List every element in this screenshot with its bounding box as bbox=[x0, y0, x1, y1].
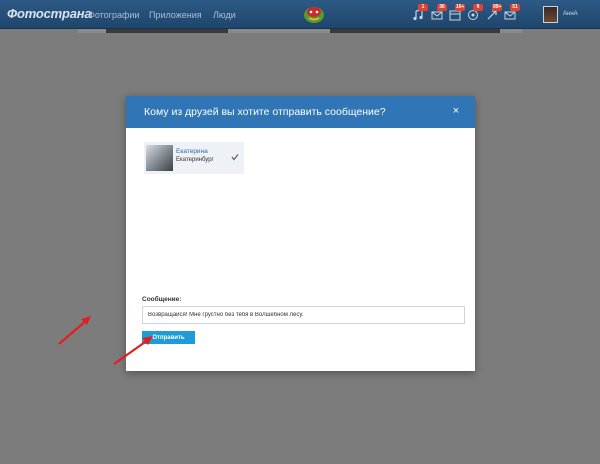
annotation-arrow-icon bbox=[113, 336, 153, 365]
mail-badge: 36 bbox=[437, 4, 447, 11]
mail-icon[interactable]: 36 bbox=[431, 4, 447, 20]
gift-icon[interactable]: 99+ bbox=[486, 4, 503, 20]
nav-photos[interactable]: Фотографии bbox=[88, 10, 139, 20]
events-icon[interactable]: 16+ bbox=[449, 4, 466, 21]
site-logo[interactable]: Фотострана bbox=[7, 6, 92, 21]
mascot-icon[interactable] bbox=[303, 4, 325, 24]
nav-people[interactable]: Люди bbox=[213, 10, 236, 20]
check-icon[interactable] bbox=[231, 153, 239, 161]
dialog-header: Кому из друзей вы хотите отправить сообщ… bbox=[126, 96, 475, 128]
music-icon[interactable]: 1 bbox=[412, 4, 428, 21]
page-strip-segment bbox=[330, 29, 500, 33]
friend-name[interactable]: Екатерина bbox=[176, 148, 208, 155]
nav-apps[interactable]: Приложения bbox=[149, 10, 202, 20]
username[interactable]: АннА bbox=[563, 11, 578, 17]
close-icon[interactable]: × bbox=[450, 105, 462, 117]
page-strip bbox=[78, 29, 522, 33]
groups-badge: 9 bbox=[473, 4, 483, 11]
user-avatar[interactable] bbox=[543, 6, 558, 23]
page-strip-segment bbox=[106, 29, 228, 33]
gift-badge: 99+ bbox=[492, 4, 503, 11]
friend-city: Екатеринбург bbox=[176, 157, 214, 163]
top-navigation-bar: Фотострана Фотографии Приложения Люди 1 … bbox=[0, 0, 600, 29]
messages-badge: 51 bbox=[510, 4, 520, 11]
dialog-title: Кому из друзей вы хотите отправить сообщ… bbox=[144, 106, 386, 118]
events-badge: 16+ bbox=[455, 4, 466, 11]
annotation-arrow-icon bbox=[58, 316, 91, 345]
messages-icon[interactable]: 51 bbox=[504, 4, 520, 20]
send-message-dialog: Кому из друзей вы хотите отправить сообщ… bbox=[126, 96, 475, 371]
music-badge: 1 bbox=[418, 4, 428, 11]
groups-icon[interactable]: 9 bbox=[467, 4, 483, 20]
friend-avatar bbox=[146, 145, 173, 171]
message-label: Сообщение: bbox=[142, 296, 182, 303]
message-input[interactable] bbox=[142, 306, 465, 324]
selected-friend-card[interactable]: Екатерина Екатеринбург bbox=[144, 142, 244, 174]
